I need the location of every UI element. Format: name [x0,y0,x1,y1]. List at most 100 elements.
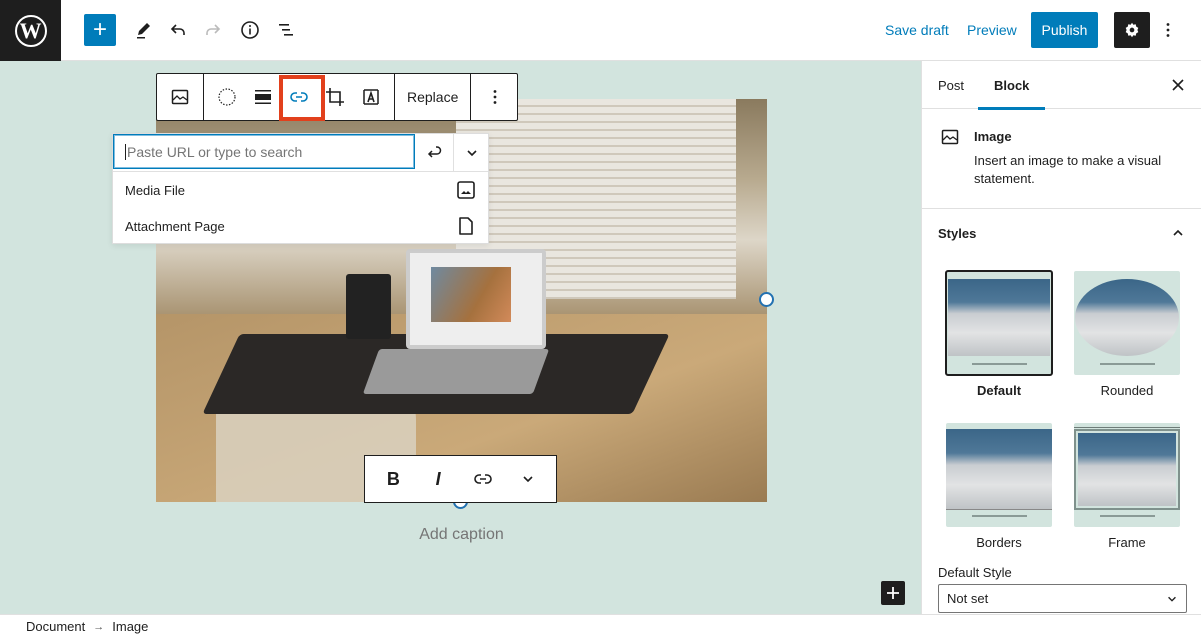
chevron-down-icon [1168,596,1176,602]
preview-button[interactable]: Preview [967,14,1017,46]
italic-button[interactable]: I [420,461,456,497]
list-view-icon [279,24,293,36]
image-icon [457,181,475,199]
suggestion-attachment-page[interactable]: Attachment Page [113,208,488,244]
default-style-select[interactable]: Not set [938,584,1187,613]
style-option-borders[interactable]: Borders [945,423,1053,550]
default-style-value: Not set [947,591,989,606]
details-button[interactable] [234,14,266,46]
align-wide-icon [255,90,271,104]
chevron-down-icon [466,149,477,156]
style-preview [945,270,1053,376]
tab-post[interactable]: Post [938,61,964,109]
vertical-ellipsis-icon [493,90,497,104]
suggestion-label: Attachment Page [125,218,225,234]
block-card-title: Image [974,129,1012,144]
block-more-options-button[interactable] [477,74,513,120]
breadcrumb-document[interactable]: Document [26,619,85,634]
plus-icon [887,587,899,599]
enter-icon [427,145,442,158]
suggestion-label: Media File [125,182,185,198]
redo-icon [206,24,221,35]
styles-panel-title[interactable]: Styles [938,226,976,241]
replace-button[interactable]: Replace [395,74,470,120]
list-view-button[interactable] [270,14,302,46]
replace-group: Replace [395,74,472,120]
resize-handle-right[interactable] [759,292,774,307]
default-style-label: Default Style [938,565,1012,580]
add-block-button[interactable]: + [84,14,116,46]
url-search-input[interactable]: Paste URL or type to search [113,134,415,169]
suggestion-media-file[interactable]: Media File [113,172,488,208]
link-icon [290,92,308,102]
link-button[interactable] [279,74,325,121]
preview-image [948,279,1050,356]
save-draft-button[interactable]: Save draft [885,14,949,46]
publish-button[interactable]: Publish [1031,12,1098,48]
duotone-button[interactable] [209,74,245,120]
chevron-down-icon [523,476,533,483]
vertical-ellipsis-icon [1166,23,1170,37]
preview-image [1075,279,1179,356]
link-submit-button[interactable] [415,134,453,171]
link-icon [474,474,492,484]
image-caption[interactable]: Add caption [156,526,767,544]
info-icon [241,21,259,39]
more-options-button[interactable] [1152,14,1184,46]
style-label: Rounded [1100,383,1154,398]
bold-button[interactable]: B [375,461,411,497]
caption-link-button[interactable] [465,461,501,497]
page-icon [459,217,473,235]
align-button[interactable] [245,74,281,120]
style-label: Default [976,383,1022,398]
tab-block[interactable]: Block [977,61,1047,110]
style-preview [1074,271,1180,375]
block-inserter-button[interactable] [881,581,905,605]
block-type-button[interactable] [162,74,198,120]
preview-image [1074,429,1180,510]
block-card-description: Insert an image to make a visual stateme… [974,153,1162,187]
more-formatting-button[interactable] [510,461,546,497]
breadcrumb-image[interactable]: Image [112,619,148,634]
styles-panel-toggle[interactable] [1164,219,1192,247]
more-group [471,74,519,120]
tools-button[interactable] [128,14,160,46]
pencil-icon [137,23,150,39]
link-settings-toggle[interactable] [453,134,489,171]
photo-pen-cup [346,274,391,339]
style-label: Borders [976,535,1022,550]
link-popover: Paste URL or type to search Media File A… [112,133,489,244]
duotone-icon [218,88,236,106]
settings-button[interactable] [1114,12,1150,48]
style-option-frame[interactable]: Frame [1073,423,1181,550]
style-preview [1074,423,1180,527]
crop-button[interactable] [317,74,353,120]
text-overlay-icon [363,89,379,105]
undo-icon [170,24,185,35]
block-type-group [157,74,204,120]
editor-header: W + Save draft Preview Publish [0,0,1201,61]
redo-button[interactable] [197,14,229,46]
text-overlay-button[interactable] [353,74,389,120]
gear-icon [1125,22,1139,38]
wordpress-logo-button[interactable]: W [0,0,61,61]
settings-sidebar: Post Block Image Insert an image to make… [921,61,1201,614]
crop-icon [326,88,344,106]
undo-button[interactable] [162,14,194,46]
block-controls-group [204,74,395,121]
close-icon [1172,79,1184,91]
style-preview [946,423,1052,527]
block-icon-wrapper [940,127,960,147]
close-sidebar-button[interactable] [1162,69,1194,101]
photo-laptop-image [431,267,511,322]
image-icon [941,129,959,145]
photo-laptop-keyboard [362,349,550,394]
block-card: Image Insert an image to make a visual s… [922,110,1201,209]
style-option-default[interactable]: Default [945,270,1053,398]
block-breadcrumb: Document → Image [0,614,1201,638]
preview-image [946,429,1052,510]
caption-format-toolbar: B I [364,455,557,503]
wordpress-logo-icon: W [14,14,47,47]
preview-caption [946,515,1052,517]
style-option-rounded[interactable]: Rounded [1073,271,1181,398]
